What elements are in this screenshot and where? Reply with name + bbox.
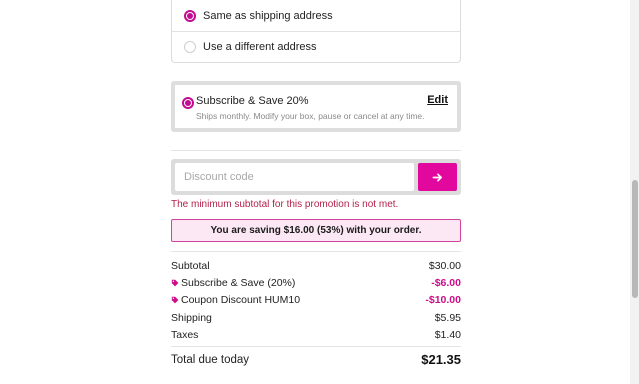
subtotal-value: $30.00	[428, 260, 461, 272]
tag-icon	[171, 279, 179, 287]
total-divider	[171, 346, 461, 347]
radio-selected-icon[interactable]	[184, 9, 196, 22]
taxes-value: $1.40	[434, 329, 461, 341]
summary-row-subtotal: Subtotal $30.00	[171, 260, 461, 272]
apply-discount-button[interactable]	[418, 163, 457, 191]
discount-code-form	[171, 159, 461, 195]
coupon-discount-label: Coupon Discount HUM10	[181, 294, 301, 306]
scrollbar-thumb[interactable]	[632, 180, 638, 298]
summary-row-taxes: Taxes $1.40	[171, 329, 461, 341]
billing-address-options: Same as shipping address Use a different…	[171, 0, 461, 63]
summary-row-total: Total due today $21.35	[171, 352, 461, 367]
tag-icon	[171, 296, 179, 304]
discount-code-input[interactable]	[175, 163, 414, 191]
summary-row-shipping: Shipping $5.95	[171, 312, 461, 324]
subscribe-discount-value: -$6.00	[431, 277, 461, 289]
taxes-label: Taxes	[171, 329, 199, 341]
billing-option-different[interactable]: Use a different address	[172, 31, 460, 62]
page-scrollbar[interactable]	[630, 0, 639, 384]
shipping-label: Shipping	[171, 312, 212, 324]
subscription-option[interactable]: Subscribe & Save 20% Edit Ships monthly.…	[171, 81, 461, 132]
section-divider	[171, 251, 461, 252]
billing-option-same-label: Same as shipping address	[203, 9, 333, 22]
total-value: $21.35	[421, 352, 461, 367]
discount-error-message: The minimum subtotal for this promotion …	[171, 199, 399, 210]
shipping-value: $5.95	[434, 312, 461, 324]
radio-unselected-icon[interactable]	[184, 41, 196, 53]
subtotal-label: Subtotal	[171, 260, 210, 272]
subscription-title: Subscribe & Save 20%	[196, 95, 309, 107]
summary-row-coupon-discount: Coupon Discount HUM10 -$10.00	[171, 294, 461, 306]
total-label: Total due today	[171, 353, 250, 366]
arrow-right-icon	[432, 172, 442, 182]
summary-row-subscribe-discount: Subscribe & Save (20%) -$6.00	[171, 277, 461, 289]
subscription-description: Ships monthly. Modify your box, pause or…	[196, 111, 425, 121]
billing-option-same[interactable]: Same as shipping address	[172, 0, 460, 31]
section-divider	[171, 150, 461, 151]
subscription-edit-link[interactable]: Edit	[427, 94, 448, 106]
subscribe-discount-label: Subscribe & Save (20%)	[181, 277, 296, 289]
savings-banner: You are saving $16.00 (53%) with your or…	[171, 219, 461, 242]
coupon-discount-value: -$10.00	[425, 294, 461, 306]
radio-selected-icon[interactable]	[182, 97, 194, 109]
billing-option-different-label: Use a different address	[203, 41, 317, 53]
